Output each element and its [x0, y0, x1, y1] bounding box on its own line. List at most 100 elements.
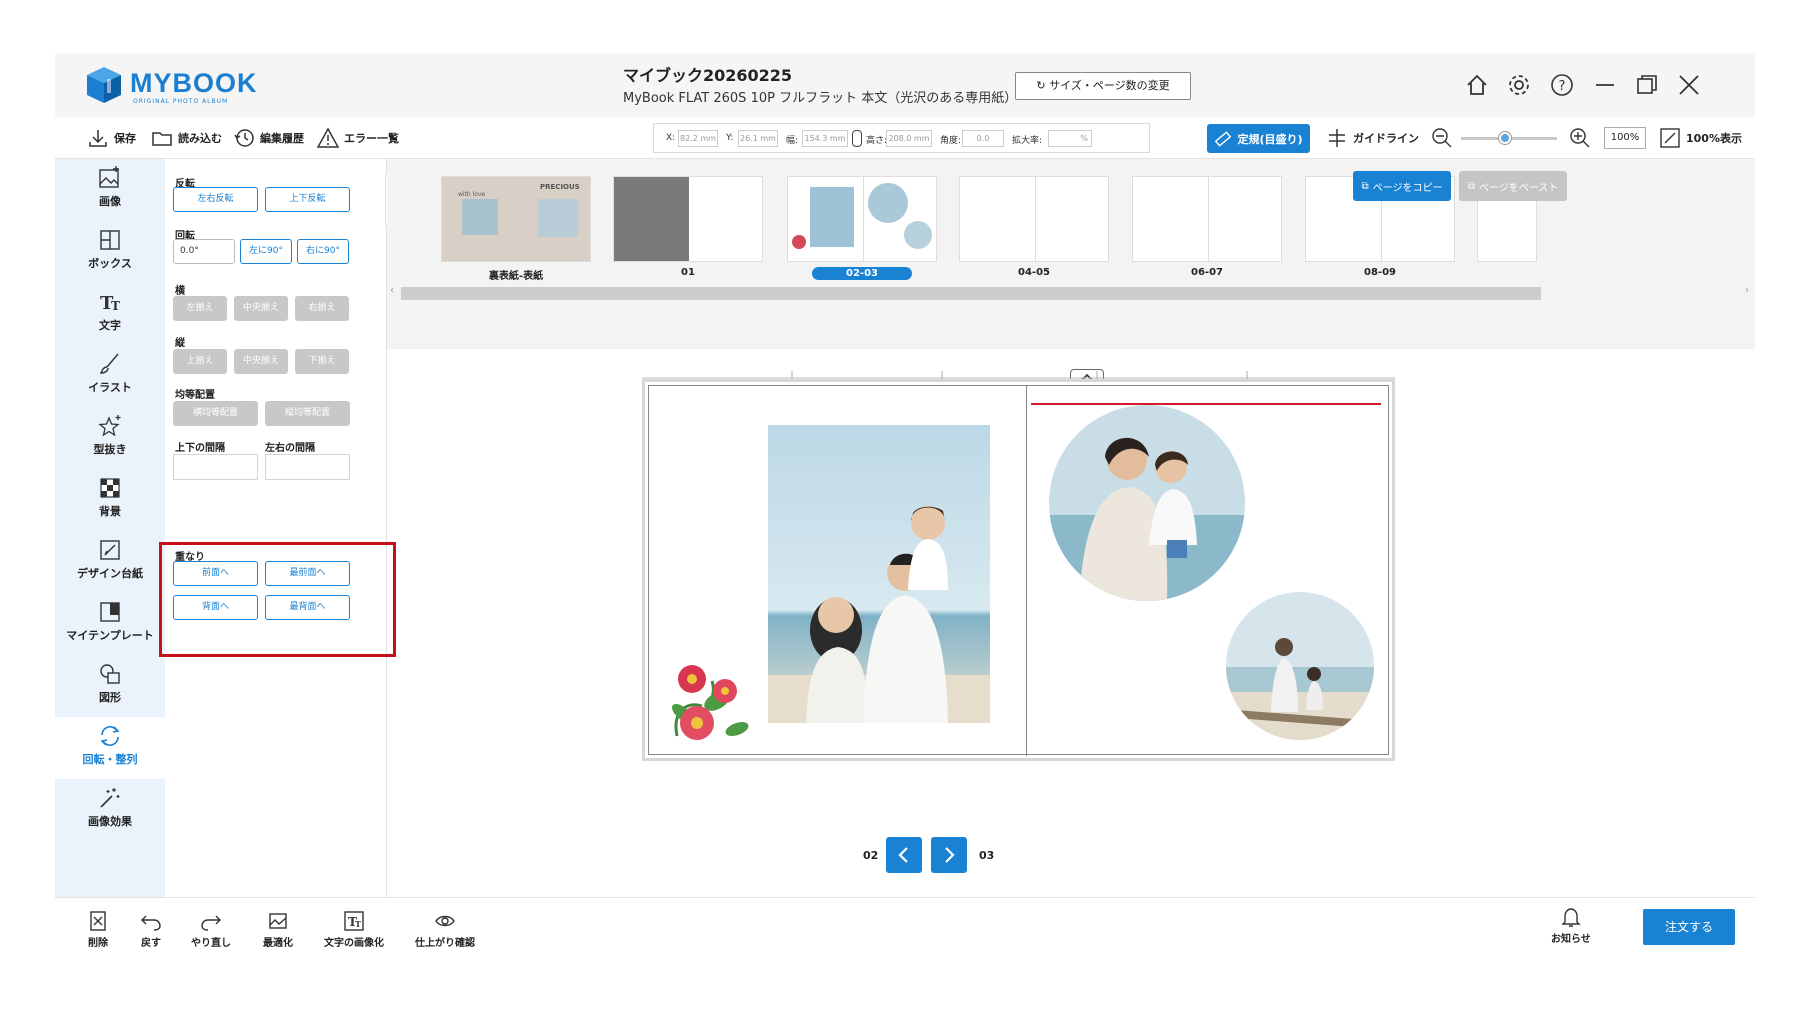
- svg-text:T: T: [111, 299, 120, 313]
- zoom-in-icon[interactable]: [1569, 127, 1591, 149]
- aspect-lock-icon[interactable]: [852, 130, 862, 147]
- fit-100-button[interactable]: 100%表示: [1659, 127, 1742, 149]
- minimize-icon[interactable]: [1591, 71, 1619, 99]
- size-page-change-button[interactable]: ↻ サイズ・ページ数の変更: [1015, 72, 1191, 100]
- beach-circle-photo[interactable]: [1226, 592, 1374, 740]
- thumb-page-02-03[interactable]: [787, 176, 937, 262]
- paste-page-label: ページをペースト: [1478, 182, 1559, 194]
- rail-item-illust[interactable]: イラスト: [55, 345, 165, 407]
- title-bar: MYBOOK ORIGINAL PHOTO ALBUM マイブック2026022…: [55, 53, 1755, 117]
- horizontal-gap-input[interactable]: [265, 454, 350, 480]
- zoom-slider-thumb[interactable]: [1499, 132, 1511, 144]
- rotate-right-90-button[interactable]: 右に90°: [297, 239, 349, 264]
- chevron-left-icon: [898, 847, 908, 863]
- save-button[interactable]: 保存: [87, 127, 136, 149]
- next-page-button[interactable]: [931, 837, 967, 873]
- angle-field[interactable]: 0.0: [962, 130, 1004, 147]
- x-field[interactable]: 82.2 mm: [678, 130, 718, 147]
- checker-icon: [100, 478, 120, 498]
- mybook-logo: MYBOOK ORIGINAL PHOTO ALBUM: [85, 65, 257, 109]
- gear-icon[interactable]: [1505, 71, 1533, 99]
- brush-icon: [99, 353, 119, 374]
- rail-item-design-mount[interactable]: デザイン台紙: [55, 531, 165, 593]
- family-photo[interactable]: [768, 425, 990, 723]
- notice-label: お知らせ: [1551, 934, 1591, 945]
- guideline-button[interactable]: ガイドライン: [1326, 127, 1419, 149]
- box-icon: [100, 230, 120, 250]
- text-to-image-button[interactable]: TT 文字の画像化: [324, 910, 384, 949]
- align-left-button[interactable]: 左揃え: [173, 296, 227, 321]
- paste-icon: ⧉: [1467, 180, 1475, 192]
- flip-vertical-button[interactable]: 上下反転: [265, 187, 350, 212]
- undo-button[interactable]: 戻す: [140, 910, 162, 949]
- thumb-photo-circle: [868, 183, 908, 223]
- rail-item-shape[interactable]: 図形: [55, 655, 165, 717]
- rail-item-image-effect[interactable]: 画像効果: [55, 779, 165, 841]
- ruler-toggle-button[interactable]: 定規(目盛り): [1207, 124, 1310, 153]
- bottom-toolbar: 削除 戻す やり直し 最適化 TT 文字の画像化 仕上がり確認 お知らせ 注文す…: [55, 897, 1755, 963]
- svg-text:T: T: [355, 919, 361, 929]
- cube-logo-icon: [87, 67, 121, 103]
- thumb-page-04-05[interactable]: [959, 176, 1109, 262]
- vertical-gap-input[interactable]: [173, 454, 258, 480]
- thumb-cover[interactable]: PRECIOUS with love: [441, 176, 591, 262]
- scroll-left-icon[interactable]: ‹: [390, 285, 394, 296]
- svg-text:?: ?: [1559, 79, 1566, 94]
- rail-item-box[interactable]: ボックス: [55, 221, 165, 283]
- scale-field[interactable]: %: [1048, 130, 1092, 147]
- history-button[interactable]: 編集履歴: [233, 127, 304, 149]
- width-field[interactable]: 154.3 mm: [802, 130, 848, 147]
- rail-item-text[interactable]: TT 文字: [55, 283, 165, 345]
- align-middle-button[interactable]: 中央揃え: [234, 349, 288, 374]
- rail-item-cutout[interactable]: 型抜き: [55, 407, 165, 469]
- close-icon[interactable]: [1675, 71, 1703, 99]
- thumb-scrollbar[interactable]: [401, 287, 1541, 300]
- flip-horizontal-button[interactable]: 左右反転: [173, 187, 258, 212]
- redo-button[interactable]: やり直し: [191, 910, 231, 949]
- zoom-out-icon[interactable]: [1431, 127, 1453, 149]
- redo-label: やり直し: [191, 938, 231, 949]
- delete-button[interactable]: 削除: [87, 910, 109, 949]
- rail-label: マイテンプレート: [66, 629, 154, 642]
- prev-page-button[interactable]: [886, 837, 922, 873]
- page-thumbnail-strip: PRECIOUS with love 裏表紙-表紙 01 02-03 04-05…: [387, 159, 1755, 349]
- rotate-left-90-button[interactable]: 左に90°: [240, 239, 292, 264]
- paste-page-button[interactable]: ⧉ ページをペースト: [1459, 171, 1567, 201]
- distribute-vertical-button[interactable]: 縦均等配置: [265, 401, 350, 426]
- align-top-button[interactable]: 上揃え: [173, 349, 227, 374]
- rotate-angle-select[interactable]: 0.0°: [173, 239, 235, 264]
- thumb-page-01[interactable]: [613, 176, 763, 262]
- load-button[interactable]: 読み込む: [151, 127, 222, 149]
- order-button[interactable]: 注文する: [1643, 909, 1735, 945]
- rail-item-background[interactable]: 背景: [55, 469, 165, 531]
- expand-icon: [1660, 128, 1680, 148]
- optimize-button[interactable]: 最適化: [263, 910, 293, 949]
- preview-button[interactable]: 仕上がり確認: [415, 910, 475, 949]
- y-field[interactable]: 26.1 mm: [738, 130, 778, 147]
- distribute-horizontal-button[interactable]: 横均等配置: [173, 401, 258, 426]
- text-image-icon: TT: [344, 911, 364, 931]
- rail-item-my-template[interactable]: マイテンプレート: [55, 593, 165, 655]
- home-icon[interactable]: [1463, 71, 1491, 99]
- camellia-illustration[interactable]: [657, 651, 757, 751]
- help-icon[interactable]: ?: [1548, 71, 1576, 99]
- main-toolbar: 保存 読み込む 編集履歴 エラー一覧 X: 82.2 mm Y: 26.1 mm…: [55, 117, 1755, 159]
- error-list-button[interactable]: エラー一覧: [317, 127, 399, 149]
- text-icon: TT: [100, 293, 120, 314]
- scroll-right-icon[interactable]: ›: [1745, 285, 1749, 296]
- align-center-button[interactable]: 中央揃え: [234, 296, 288, 321]
- copy-page-button[interactable]: ⧉ ページをコピー: [1353, 171, 1451, 201]
- notifications-button[interactable]: お知らせ: [1551, 906, 1591, 945]
- rail-label: イラスト: [88, 381, 132, 394]
- zoom-percent-field[interactable]: 100%: [1604, 127, 1646, 149]
- restore-icon[interactable]: [1633, 71, 1661, 99]
- align-bottom-button[interactable]: 下揃え: [295, 349, 349, 374]
- align-right-button[interactable]: 右揃え: [295, 296, 349, 321]
- thumb-page-06-07[interactable]: [1132, 176, 1282, 262]
- spread-inner: [648, 385, 1389, 756]
- height-field[interactable]: 208.0 mm: [886, 130, 932, 147]
- mother-child-circle-photo[interactable]: [1049, 405, 1245, 601]
- thumb-photo-rect: [810, 187, 854, 247]
- rail-item-image[interactable]: 画像: [55, 159, 165, 221]
- rail-item-rotate-align[interactable]: 回転・整列: [55, 717, 165, 779]
